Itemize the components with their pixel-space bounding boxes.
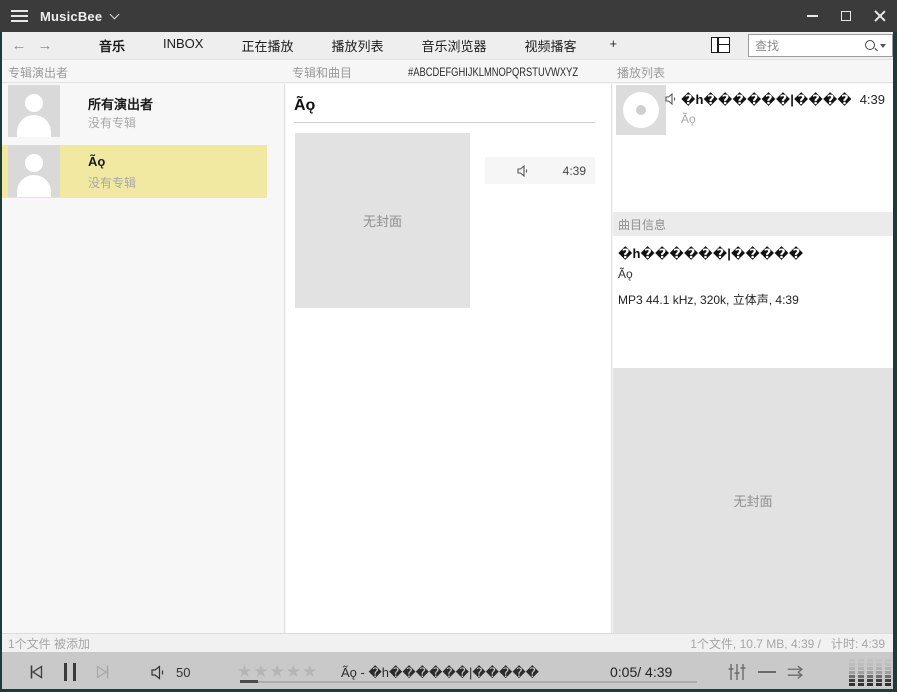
- artist-subtitle: 没有专辑: [88, 174, 136, 191]
- search-caret-icon[interactable]: [880, 44, 886, 48]
- shuffle-icon[interactable]: [786, 663, 806, 681]
- track-info-format: MP3 44.1 kHz, 320k, 立体声, 4:39: [618, 291, 799, 308]
- spectrum-display-icon[interactable]: [849, 659, 891, 687]
- chevron-down-icon[interactable]: [110, 9, 120, 19]
- visualizer-toggle-icon[interactable]: [757, 663, 777, 681]
- close-button[interactable]: [863, 0, 897, 32]
- window-border-left: [0, 32, 2, 692]
- playlist-item-artist: Ãǫ: [681, 112, 696, 126]
- search-icon[interactable]: [864, 39, 878, 53]
- track-row[interactable]: 4:39: [485, 157, 595, 184]
- status-left: 1个文件 被添加: [0, 635, 90, 652]
- no-cover-label: 无封面: [733, 491, 772, 510]
- volume-icon[interactable]: [150, 663, 168, 681]
- seek-bar-progress: [240, 680, 258, 683]
- tab-music[interactable]: 音乐: [80, 36, 144, 55]
- artist-subtitle: 没有专辑: [88, 114, 136, 131]
- panel-layout-icon[interactable]: [711, 37, 730, 53]
- window-border-right: [893, 32, 897, 692]
- tab-playlists[interactable]: 播放列表: [313, 36, 403, 55]
- artist-name: 所有演出者: [88, 94, 153, 113]
- panel-header-strip: 专辑演出者 专辑和曲目 #ABCDEFGHIJKLMNOPQRSTUVWXYZ …: [0, 60, 897, 83]
- forward-arrow-icon[interactable]: →: [32, 37, 58, 54]
- player-bar: 50 ★★★★★ Ãǫ - �h������|����� 0:05/ 4:39: [0, 652, 897, 692]
- artists-panel: 所有演出者 没有专辑 Ãǫ 没有专辑: [0, 84, 285, 633]
- artist-avatar-icon: [8, 145, 60, 197]
- track-info-header: 曲目信息: [613, 212, 893, 236]
- track-info-artist: Ãǫ: [618, 267, 633, 281]
- status-bar: 1个文件 被添加 1个文件, 10.7 MB, 4:39 / 计时: 4:39: [0, 633, 897, 652]
- previous-track-button[interactable]: [26, 663, 46, 681]
- playback-time[interactable]: 0:05/ 4:39: [610, 664, 672, 680]
- close-icon: [874, 10, 886, 22]
- track-cover-placeholder: 无封面: [613, 368, 893, 633]
- right-panel: �h������|����� 4:39 Ãǫ 曲目信息 �h������|���…: [613, 84, 893, 633]
- minimize-button[interactable]: [795, 0, 829, 32]
- album-cover-placeholder[interactable]: 无封面: [295, 133, 470, 308]
- artist-name: Ãǫ: [88, 154, 105, 169]
- artist-heading[interactable]: Ãǫ: [294, 97, 315, 115]
- artist-row-all[interactable]: 所有演出者 没有专辑: [2, 85, 267, 138]
- playlist-item-title: �h������|�����: [681, 92, 851, 108]
- speaker-icon: [665, 93, 678, 105]
- tab-video-podcast[interactable]: 视频播客: [506, 36, 596, 55]
- tab-now-playing[interactable]: 正在播放: [222, 36, 312, 55]
- alphabet-index[interactable]: #ABCDEFGHIJKLMNOPQRSTUVWXYZ: [408, 65, 578, 79]
- back-arrow-icon[interactable]: ←: [6, 37, 32, 54]
- no-cover-label: 无封面: [363, 211, 402, 230]
- search-box: [748, 34, 893, 57]
- maximize-button[interactable]: [829, 0, 863, 32]
- pause-button[interactable]: [60, 663, 80, 681]
- albums-panel-header: 专辑和曲目: [292, 64, 352, 81]
- next-track-button[interactable]: [93, 663, 113, 681]
- artist-avatar-icon: [8, 85, 60, 137]
- track-duration: 4:39: [563, 164, 595, 178]
- cd-icon: [616, 85, 666, 135]
- playlist-item[interactable]: �h������|����� 4:39 Ãǫ: [613, 85, 893, 138]
- search-input[interactable]: [749, 39, 864, 53]
- status-right: 1个文件, 10.7 MB, 4:39 / 计时: 4:39: [690, 635, 897, 652]
- artists-panel-header: 专辑演出者: [8, 64, 68, 81]
- maximize-icon: [841, 11, 851, 21]
- minimize-icon: [807, 15, 818, 17]
- now-playing-title[interactable]: Ãǫ - �h������|�����: [300, 665, 580, 681]
- new-tab-button[interactable]: +: [596, 36, 632, 55]
- equalizer-icon[interactable]: [727, 663, 747, 681]
- playlist-item-duration: 4:39: [860, 92, 885, 107]
- title-bar: MusicBee: [0, 0, 897, 32]
- artist-row-selected[interactable]: Ãǫ 没有专辑: [2, 145, 267, 198]
- app-title[interactable]: MusicBee: [40, 9, 102, 24]
- hamburger-menu-icon[interactable]: [0, 0, 38, 32]
- track-info-title: �h������|�����: [618, 246, 803, 262]
- albums-panel: Ãǫ 无封面 4:39: [286, 84, 612, 633]
- musicbee-window: MusicBee ← → 音乐 INBOX 正在播放 播放列表 音乐浏览器 视频…: [0, 0, 897, 692]
- tab-inbox[interactable]: INBOX: [144, 36, 222, 55]
- volume-level[interactable]: 50: [176, 665, 190, 680]
- playlist-panel-header: 播放列表: [617, 64, 665, 81]
- tab-music-explorer[interactable]: 音乐浏览器: [403, 36, 506, 55]
- seek-bar[interactable]: [240, 681, 697, 683]
- speaker-icon: [517, 165, 530, 177]
- heading-divider: [294, 122, 595, 123]
